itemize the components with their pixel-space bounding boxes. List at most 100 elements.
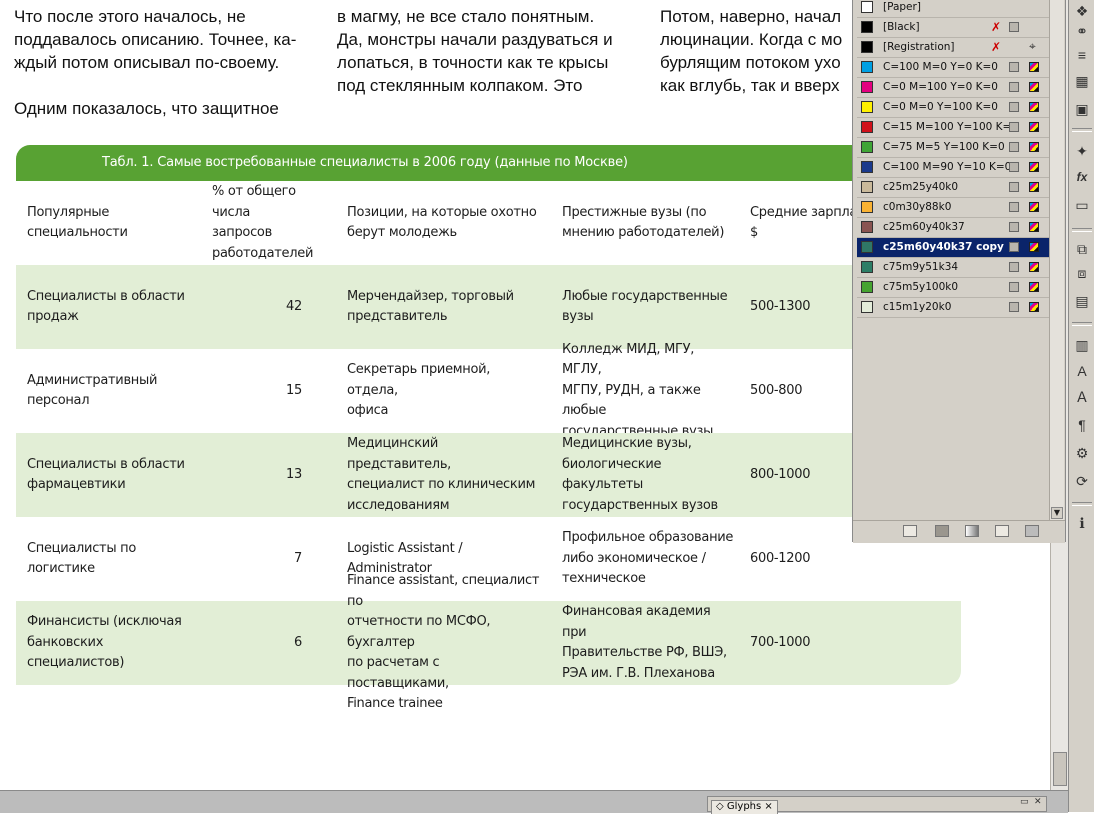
- swatch-row[interactable]: c25m60y40k37: [857, 218, 1049, 238]
- text-line: как вглубь, так и вверх: [660, 76, 840, 95]
- swatch-color-chip: [861, 221, 873, 233]
- glyphs-panel-collapsed[interactable]: ◇ Glyphs × ▭ ✕: [707, 796, 1047, 814]
- swatch-row[interactable]: c25m60y40k37 copy: [857, 238, 1049, 258]
- swatch-list[interactable]: [Paper] [Black] ✗ [Registration] ✗ ⌖ C=100 M=0…: [857, 0, 1049, 518]
- process-color-icon: [1009, 242, 1019, 252]
- table-title: Табл. 1. Самые востребованные специалист…: [16, 145, 961, 181]
- swatch-row[interactable]: C=100 M=0 Y=0 K=0: [857, 58, 1049, 78]
- text-wrap-icon[interactable]: Ａ: [1073, 388, 1091, 406]
- process-color-icon: [1009, 22, 1019, 32]
- pathfinder-icon[interactable]: ⟳: [1073, 472, 1091, 490]
- align-icon[interactable]: ⚙: [1073, 444, 1091, 462]
- stroke-icon[interactable]: ≡: [1073, 46, 1091, 64]
- cmyk-mode-icon: [1029, 182, 1039, 192]
- cmyk-mode-icon: [1029, 82, 1039, 92]
- text-column-2: в магму, не все стало понятным. Да, монс…: [337, 0, 613, 97]
- swatch-color-chip: [861, 81, 873, 93]
- table-cell: 7: [294, 550, 302, 566]
- table-cell: 500-1300: [750, 298, 811, 314]
- delete-swatch-icon[interactable]: [1025, 525, 1039, 537]
- swatch-list-scrollbar[interactable]: ▼: [1049, 0, 1064, 520]
- swatch-row[interactable]: [Paper]: [857, 0, 1049, 18]
- color-icon[interactable]: ▣: [1073, 100, 1091, 118]
- swatch-color-chip: [861, 121, 873, 133]
- process-color-icon: [1009, 122, 1019, 132]
- table-body: Специалисты в области продаж 42 Мерчендайз…: [16, 265, 961, 711]
- paragraph-styles-icon[interactable]: ▥: [1073, 336, 1091, 354]
- paragraph-icon[interactable]: ¶: [1073, 416, 1091, 434]
- dock-separator: [1072, 502, 1092, 506]
- swatch-row[interactable]: [Black] ✗: [857, 18, 1049, 38]
- table-cell: Специалисты в области продаж: [27, 288, 185, 325]
- swatch-row[interactable]: C=0 M=100 Y=0 K=0: [857, 78, 1049, 98]
- process-color-icon: [1009, 142, 1019, 152]
- swatch-row[interactable]: c25m25y40k0: [857, 178, 1049, 198]
- table-cell: 800-1000: [750, 466, 811, 482]
- close-icon[interactable]: ×: [761, 801, 772, 812]
- swatches-icon[interactable]: ▦: [1073, 72, 1091, 90]
- swatch-name: [Black]: [883, 21, 920, 33]
- cmyk-mode-icon: [1029, 282, 1039, 292]
- process-color-icon: [1009, 62, 1019, 72]
- process-color-icon: [1009, 82, 1019, 92]
- show-color-swatches-icon[interactable]: [935, 525, 949, 537]
- text-column-1: Что после этого началось, не поддавалось…: [14, 5, 296, 120]
- collapse-arrow-icon: ◇: [716, 801, 727, 812]
- table-cell: Finance assistant, специалист по отчетно…: [347, 573, 540, 712]
- table-cell: 6: [294, 634, 302, 650]
- text-line: под стеклянным колпаком. Это: [337, 76, 583, 95]
- specialists-table[interactable]: Табл. 1. Самые востребованные специалист…: [16, 145, 961, 711]
- table-cell: Любые государственные вузы: [562, 288, 728, 325]
- swatch-row[interactable]: c75m5y100k0: [857, 278, 1049, 298]
- swatch-row[interactable]: C=0 M=0 Y=100 K=0: [857, 98, 1049, 118]
- table-cell: 500-800: [750, 382, 803, 398]
- scrollbar-thumb[interactable]: [1053, 752, 1067, 786]
- swatch-row[interactable]: C=100 M=90 Y=10 K=0: [857, 158, 1049, 178]
- swatch-name: c75m9y51k34: [883, 261, 959, 273]
- table-styles-icon[interactable]: ▤: [1073, 292, 1091, 310]
- swatch-color-chip: [861, 181, 873, 193]
- swatch-name: C=0 M=0 Y=100 K=0: [883, 101, 998, 113]
- table-cell: Специалисты в области фармацевтики: [27, 456, 185, 493]
- swatch-row[interactable]: c0m30y88k0: [857, 198, 1049, 218]
- pages-icon[interactable]: ⧉: [1073, 240, 1091, 258]
- text-line: ждый потом описывал по-своему.: [14, 53, 280, 72]
- gradient-icon[interactable]: ✦: [1073, 142, 1091, 160]
- new-swatch-icon[interactable]: [995, 525, 1009, 537]
- swatches-panel[interactable]: [Paper] [Black] ✗ [Registration] ✗ ⌖ C=100 M=0…: [852, 0, 1066, 543]
- cmyk-mode-icon: [1029, 142, 1039, 152]
- swatch-row[interactable]: c15m1y20k0: [857, 298, 1049, 318]
- table-cell: Специалисты по логистике: [27, 540, 136, 577]
- show-gradient-swatches-icon[interactable]: [965, 525, 979, 537]
- dock-separator: [1072, 128, 1092, 132]
- process-color-icon: [1009, 162, 1019, 172]
- swatch-row[interactable]: C=15 M=100 Y=100 K=0: [857, 118, 1049, 138]
- process-color-icon: [1009, 222, 1019, 232]
- character-styles-icon[interactable]: A: [1073, 362, 1091, 380]
- swatch-row[interactable]: c75m9y51k34: [857, 258, 1049, 278]
- process-color-icon: [1009, 102, 1019, 112]
- swatch-row[interactable]: [Registration] ✗ ⌖: [857, 38, 1049, 58]
- effects-icon[interactable]: fx: [1073, 168, 1091, 186]
- transparency-icon[interactable]: ▭: [1073, 196, 1091, 214]
- minimize-icon[interactable]: ▭: [1020, 797, 1029, 807]
- text-line: Одним показалось, что защитное: [14, 99, 279, 118]
- show-all-swatches-icon[interactable]: [903, 525, 917, 537]
- text-line: Да, монстры начали раздуваться и: [337, 30, 613, 49]
- process-color-icon: [1009, 282, 1019, 292]
- swatch-row[interactable]: C=75 M=5 Y=100 K=0: [857, 138, 1049, 158]
- links-icon[interactable]: ⚭: [1073, 22, 1091, 40]
- table-cell: Секретарь приемной, отдела, офиса: [347, 362, 491, 419]
- scroll-down-arrow-icon[interactable]: ▼: [1051, 507, 1063, 519]
- info-icon[interactable]: ℹ: [1073, 514, 1091, 532]
- cmyk-mode-icon: [1029, 302, 1039, 312]
- layers-icon[interactable]: ❖: [1073, 2, 1091, 20]
- table-cell: Медицинский представитель, специалист по…: [347, 436, 536, 513]
- swatch-name: [Paper]: [883, 1, 921, 13]
- close-icon[interactable]: ✕: [1034, 797, 1042, 807]
- swatches-panel-footer: [853, 520, 1065, 543]
- table-cell: Медицинские вузы, биологические факульте…: [562, 436, 718, 513]
- locked-swatch-icon: ✗: [991, 40, 1002, 54]
- locked-swatch-icon: ✗: [991, 20, 1002, 34]
- object-styles-icon[interactable]: ⧈: [1073, 264, 1091, 282]
